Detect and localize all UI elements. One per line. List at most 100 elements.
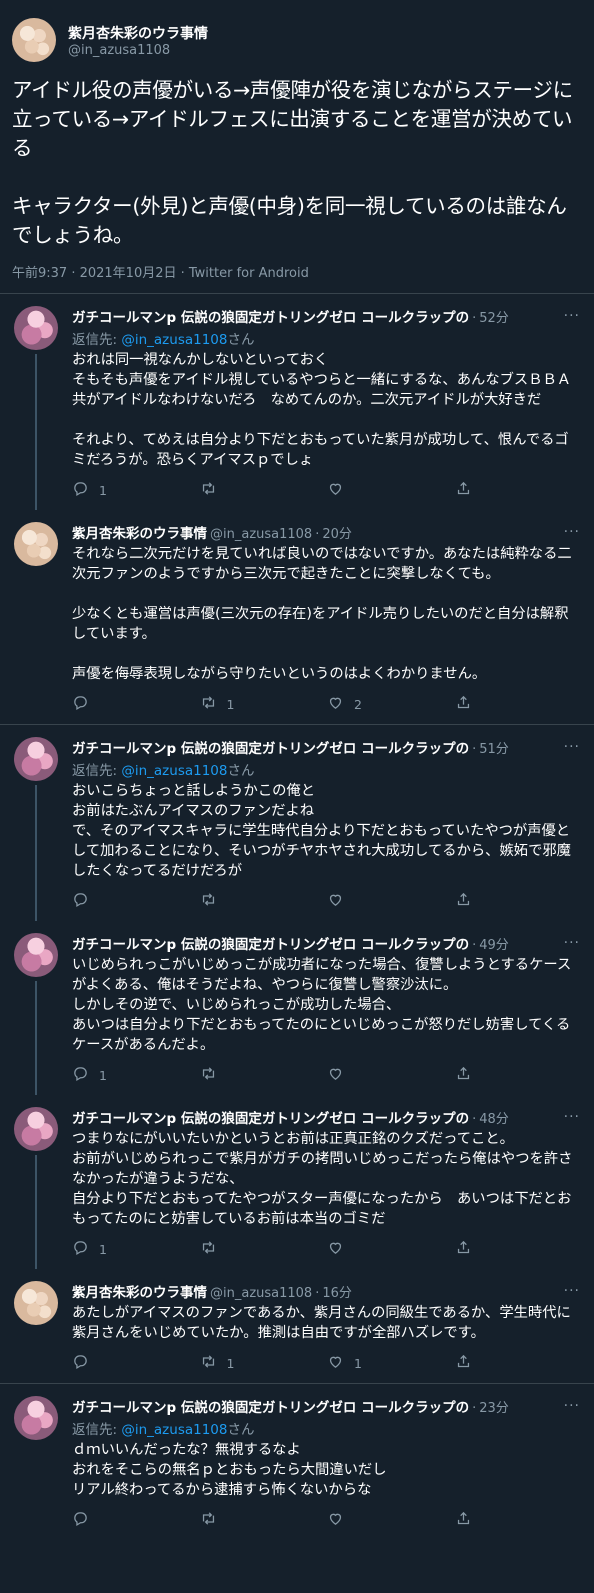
share-button[interactable] xyxy=(455,1353,583,1373)
separator-dot: · xyxy=(472,742,477,757)
more-icon[interactable]: ··· xyxy=(564,1398,580,1414)
reply-list: ガチコールマンp 伝説の狼固定ガトリングゼロ コールクラップの · 52分 返信先: … xyxy=(0,294,594,1540)
retweet-button[interactable] xyxy=(200,1510,328,1530)
separator-dot: · xyxy=(472,938,477,953)
avatar[interactable] xyxy=(14,1281,58,1325)
like-button[interactable] xyxy=(327,891,455,911)
thread-line xyxy=(35,1155,37,1269)
replying-to: 返信先: @in_azusa1108さん xyxy=(72,759,582,779)
replying-suffix: さん xyxy=(227,1422,255,1438)
like-button[interactable] xyxy=(327,1239,455,1259)
more-icon[interactable]: ··· xyxy=(564,935,580,951)
retweet-button[interactable] xyxy=(200,1239,328,1259)
retweet-button[interactable] xyxy=(200,480,328,500)
avatar[interactable] xyxy=(14,522,58,566)
main-tweet-header: 紫月杏朱彩のウラ事情 @in_azusa1108 xyxy=(12,12,582,68)
retweet-button[interactable]: 1 xyxy=(200,694,328,714)
reply-button[interactable] xyxy=(72,1353,200,1373)
reply-body: ガチコールマンp 伝説の狼固定ガトリングゼロ コールクラップの · 51分返信先: … xyxy=(72,737,582,921)
reply-button[interactable] xyxy=(72,891,200,911)
main-tweet-text: アイドル役の声優がいる→声優陣が役を演じながらステージに立っている→アイドルフェ… xyxy=(12,78,573,247)
reply-tweet[interactable]: ガチコールマンp 伝説の狼固定ガトリングゼロ コールクラップの · 51分返信先: … xyxy=(0,725,594,921)
avatar[interactable] xyxy=(14,1396,58,1440)
author-name[interactable]: ガチコールマンp 伝説の狼固定ガトリングゼロ コールクラップの xyxy=(72,933,469,953)
retweet-button[interactable] xyxy=(200,1065,328,1085)
reply-time[interactable]: 49分 xyxy=(479,934,509,953)
share-button[interactable] xyxy=(455,1510,583,1530)
retweet-button[interactable] xyxy=(200,891,328,911)
author-name[interactable]: ガチコールマンp 伝説の狼固定ガトリングゼロ コールクラップの xyxy=(72,737,469,757)
avatar[interactable] xyxy=(12,18,56,62)
more-icon[interactable]: ··· xyxy=(564,1109,580,1125)
reply-body: ガチコールマンp 伝説の狼固定ガトリングゼロ コールクラップの · 49分 いじめられ… xyxy=(72,933,582,1095)
reply-time[interactable]: 20分 xyxy=(322,523,352,542)
action-bar xyxy=(72,1500,582,1540)
reply-tweet[interactable]: 紫月杏朱彩のウラ事情 @in_azusa1108 · 16分 あたしがアイマスのファンで… xyxy=(0,1269,594,1383)
mention-link[interactable]: @in_azusa1108 xyxy=(121,332,227,348)
more-icon[interactable]: ··· xyxy=(564,739,580,755)
reply-button[interactable]: 1 xyxy=(72,1065,200,1085)
more-icon[interactable]: ··· xyxy=(564,524,580,540)
share-button[interactable] xyxy=(455,1065,583,1085)
reply-tweet[interactable]: ガチコールマンp 伝説の狼固定ガトリングゼロ コールクラップの · 23分 返信先: … xyxy=(0,1384,594,1540)
avatar[interactable] xyxy=(14,933,58,977)
share-button[interactable] xyxy=(455,1239,583,1259)
author-handle[interactable]: @in_azusa1108 xyxy=(210,1286,312,1301)
author-name[interactable]: 紫月杏朱彩のウラ事情 xyxy=(68,23,208,43)
author-handle[interactable]: @in_azusa1108 xyxy=(68,43,208,58)
replying-to: 返信先: @in_azusa1108さん xyxy=(72,1418,582,1438)
reply-button[interactable] xyxy=(72,694,200,714)
share-button[interactable] xyxy=(455,891,583,911)
author-name[interactable]: 紫月杏朱彩のウラ事情 xyxy=(72,1281,207,1301)
author-name[interactable]: 紫月杏朱彩のウラ事情 xyxy=(72,522,207,542)
more-icon[interactable]: ··· xyxy=(564,308,580,324)
reply-tweet[interactable]: ガチコールマンp 伝説の狼固定ガトリングゼロ コールクラップの · 52分 返信先: … xyxy=(0,294,594,510)
author-name[interactable]: ガチコールマンp 伝説の狼固定ガトリングゼロ コールクラップの xyxy=(72,1107,469,1127)
avatar[interactable] xyxy=(14,1107,58,1151)
like-icon xyxy=(327,891,344,911)
reply-button[interactable] xyxy=(72,1510,200,1530)
reply-tweet[interactable]: ガチコールマンp 伝説の狼固定ガトリングゼロ コールクラップの · 48分 つまりなに… xyxy=(0,1095,594,1269)
mention-link[interactable]: @in_azusa1108 xyxy=(121,763,227,779)
retweet-button[interactable]: 1 xyxy=(200,1353,328,1373)
author-name[interactable]: ガチコールマンp 伝説の狼固定ガトリングゼロ コールクラップの xyxy=(72,306,469,326)
like-button[interactable]: 1 xyxy=(327,1353,455,1373)
like-button[interactable] xyxy=(327,1065,455,1085)
avatar[interactable] xyxy=(14,737,58,781)
reply-time[interactable]: 23分 xyxy=(479,1397,509,1416)
reply-body: ガチコールマンp 伝説の狼固定ガトリングゼロ コールクラップの · 23分 返信先: … xyxy=(72,1396,582,1540)
reply-button[interactable]: 1 xyxy=(72,480,200,500)
reply-button[interactable]: 1 xyxy=(72,1239,200,1259)
reply-time[interactable]: 51分 xyxy=(479,738,509,757)
author-handle[interactable]: @in_azusa1108 xyxy=(210,527,312,542)
reply-icon xyxy=(72,1065,89,1085)
like-count: 1 xyxy=(354,1355,362,1371)
mention-link[interactable]: @in_azusa1108 xyxy=(121,1422,227,1438)
reply-header: 紫月杏朱彩のウラ事情 @in_azusa1108 · 20分 xyxy=(72,522,582,542)
reply-time[interactable]: 16分 xyxy=(322,1282,352,1301)
reply-icon xyxy=(72,1353,89,1373)
share-icon xyxy=(455,1510,472,1530)
reply-time[interactable]: 48分 xyxy=(479,1108,509,1127)
more-icon[interactable]: ··· xyxy=(564,1283,580,1299)
share-button[interactable] xyxy=(455,694,583,714)
tweet-timestamp[interactable]: 午前9:37 · 2021年10月2日 · Twitter for Androi… xyxy=(12,262,582,293)
reply-time[interactable]: 52分 xyxy=(479,307,509,326)
replying-label: 返信先: xyxy=(72,1422,122,1438)
reply-icon xyxy=(72,694,89,714)
like-button[interactable] xyxy=(327,1510,455,1530)
avatar[interactable] xyxy=(14,306,58,350)
thread-line xyxy=(35,354,37,510)
like-icon xyxy=(327,694,344,714)
like-button[interactable]: 2 xyxy=(327,694,455,714)
reply-tweet[interactable]: 紫月杏朱彩のウラ事情 @in_azusa1108 · 20分 それなら二次元だけを見てい… xyxy=(0,510,594,724)
reply-tweet[interactable]: ガチコールマンp 伝説の狼固定ガトリングゼロ コールクラップの · 49分 いじめられ… xyxy=(0,921,594,1095)
share-button[interactable] xyxy=(455,480,583,500)
author-name[interactable]: ガチコールマンp 伝説の狼固定ガトリングゼロ コールクラップの xyxy=(72,1396,469,1416)
like-button[interactable] xyxy=(327,480,455,500)
retweet-count: 1 xyxy=(226,1355,235,1371)
action-bar xyxy=(72,881,582,921)
reply-avatar-column xyxy=(0,1396,72,1540)
separator-dot: · xyxy=(315,1286,320,1301)
replying-label: 返信先: xyxy=(72,332,122,348)
